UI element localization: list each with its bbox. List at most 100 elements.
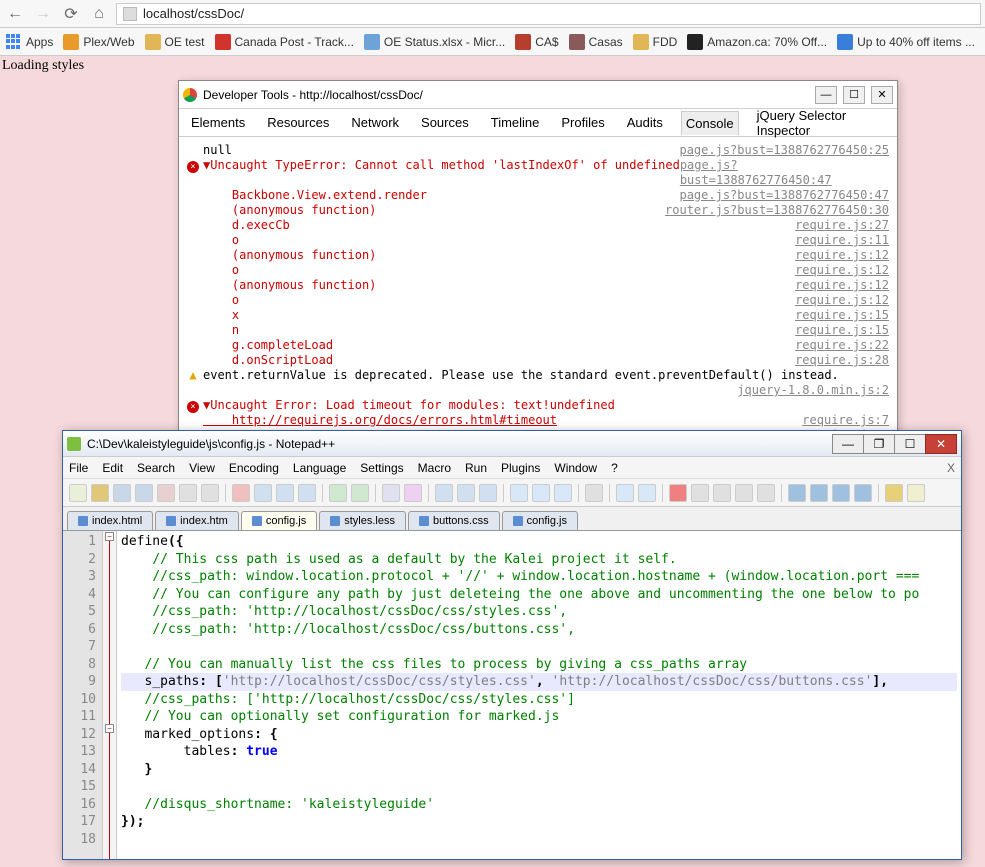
menu-item[interactable]: Encoding [229,461,279,475]
console-source-link[interactable]: require.js:12 [795,293,889,308]
minimize-button[interactable]: — [832,434,864,454]
toolbar-button[interactable] [832,484,850,502]
editor-tab[interactable]: config.js [502,511,578,530]
devtools-tab[interactable]: Timeline [487,111,544,134]
editor-tab[interactable]: config.js [241,511,317,530]
toolbar-button[interactable] [113,484,131,502]
menu-item[interactable]: Macro [418,461,451,475]
toolbar-button[interactable] [69,484,87,502]
editor-tab[interactable]: index.htm [155,511,239,530]
menu-item[interactable]: Language [293,461,346,475]
toolbar-button[interactable] [382,484,400,502]
code-content[interactable]: define({ // This css path is used as a d… [117,531,961,859]
console-source-link[interactable]: require.js:15 [795,323,889,338]
devtools-tab[interactable]: Console [681,111,739,135]
bookmark-item[interactable]: OE test [145,34,205,50]
toolbar-button[interactable] [351,484,369,502]
maximize-button[interactable]: ☐ [843,86,865,104]
menu-item[interactable]: Plugins [501,461,540,475]
menu-item[interactable]: View [189,461,215,475]
menu-item[interactable]: File [69,461,88,475]
close-button[interactable]: ✕ [871,86,893,104]
toolbar-button[interactable] [532,484,550,502]
toolbar-button[interactable] [788,484,806,502]
menu-close-x[interactable]: X [947,461,955,475]
devtools-tab[interactable]: Profiles [557,111,608,134]
toolbar-button[interactable] [585,484,603,502]
bookmark-item[interactable]: OE Status.xlsx - Micr... [364,34,505,50]
toolbar-button[interactable] [254,484,272,502]
toolbar-button[interactable] [907,484,925,502]
devtools-tab[interactable]: jQuery Selector Inspector [753,104,889,142]
toolbar-button[interactable] [135,484,153,502]
menu-item[interactable]: ? [611,461,618,475]
console-source-link[interactable]: page.js?bust=1388762776450:25 [679,143,889,158]
toolbar-button[interactable] [638,484,656,502]
menu-item[interactable]: Edit [102,461,123,475]
toolbar-button[interactable] [457,484,475,502]
minimize-button[interactable]: — [815,86,837,104]
toolbar-button[interactable] [510,484,528,502]
toolbar-button[interactable] [479,484,497,502]
fold-toggle[interactable]: − [105,532,114,541]
console-source-link[interactable]: jquery-1.8.0.min.js:2 [737,383,889,398]
console-source-link[interactable]: require.js:11 [795,233,889,248]
toolbar-button[interactable] [201,484,219,502]
devtools-tab[interactable]: Audits [623,111,667,134]
editor-tab[interactable]: index.html [67,511,153,530]
notepadpp-titlebar[interactable]: C:\Dev\kaleistyleguide\js\config.js - No… [63,431,961,457]
menu-item[interactable]: Window [554,461,597,475]
toolbar-button[interactable] [276,484,294,502]
toolbar-button[interactable] [757,484,775,502]
maximize-button[interactable]: ☐ [894,434,926,454]
console-source-link[interactable]: page.js?bust=1388762776450:47 [679,188,889,203]
devtools-tab[interactable]: Elements [187,111,249,134]
console-source-link[interactable]: router.js?bust=1388762776450:30 [665,203,889,218]
toolbar-button[interactable] [329,484,347,502]
toolbar-button[interactable] [854,484,872,502]
console-source-link[interactable]: require.js:27 [795,218,889,233]
console-source-link[interactable]: require.js:7 [802,413,889,428]
toolbar-button[interactable] [157,484,175,502]
toolbar-button[interactable] [616,484,634,502]
devtools-tab[interactable]: Sources [417,111,473,134]
toolbar-button[interactable] [713,484,731,502]
bookmark-item[interactable]: Amazon.ca: 70% Off... [687,34,827,50]
menu-item[interactable]: Settings [360,461,403,475]
bookmark-item[interactable]: Apps [6,34,53,50]
toolbar-button[interactable] [735,484,753,502]
editor-tab[interactable]: buttons.css [408,511,500,530]
bookmark-item[interactable]: FDD [633,34,678,50]
menu-item[interactable]: Search [137,461,175,475]
reload-button[interactable]: ⟳ [60,3,82,25]
toolbar-button[interactable] [669,484,687,502]
bookmark-item[interactable]: CA$ [515,34,558,50]
devtools-tab[interactable]: Network [347,111,403,134]
toolbar-button[interactable] [554,484,572,502]
editor-area[interactable]: 123456789101112131415161718 − − define({… [63,531,961,859]
toolbar-button[interactable] [91,484,109,502]
toolbar-button[interactable] [298,484,316,502]
toolbar-button[interactable] [232,484,250,502]
toolbar-button[interactable] [179,484,197,502]
bookmark-item[interactable]: Up to 40% off items ... [837,34,975,50]
console-panel[interactable]: nullpage.js?bust=1388762776450:25×▼Uncau… [179,137,897,479]
close-button[interactable]: ✕ [925,434,957,454]
back-button[interactable]: ← [4,3,26,25]
forward-button[interactable]: → [32,3,54,25]
console-source-link[interactable]: require.js:22 [795,338,889,353]
home-button[interactable]: ⌂ [88,3,110,25]
toolbar-button[interactable] [885,484,903,502]
toolbar-button[interactable] [810,484,828,502]
toolbar-button[interactable] [404,484,422,502]
devtools-tab[interactable]: Resources [263,111,333,134]
fold-margin[interactable]: − − [103,531,117,859]
console-source-link[interactable]: page.js?bust=1388762776450:47 [680,158,889,188]
console-source-link[interactable]: require.js:12 [795,248,889,263]
toolbar-button[interactable] [435,484,453,502]
restore-button[interactable]: ❐ [863,434,895,454]
menu-item[interactable]: Run [465,461,487,475]
console-source-link[interactable]: require.js:12 [795,263,889,278]
bookmark-item[interactable]: Canada Post - Track... [215,34,354,50]
address-bar[interactable]: localhost/cssDoc/ [116,3,981,25]
